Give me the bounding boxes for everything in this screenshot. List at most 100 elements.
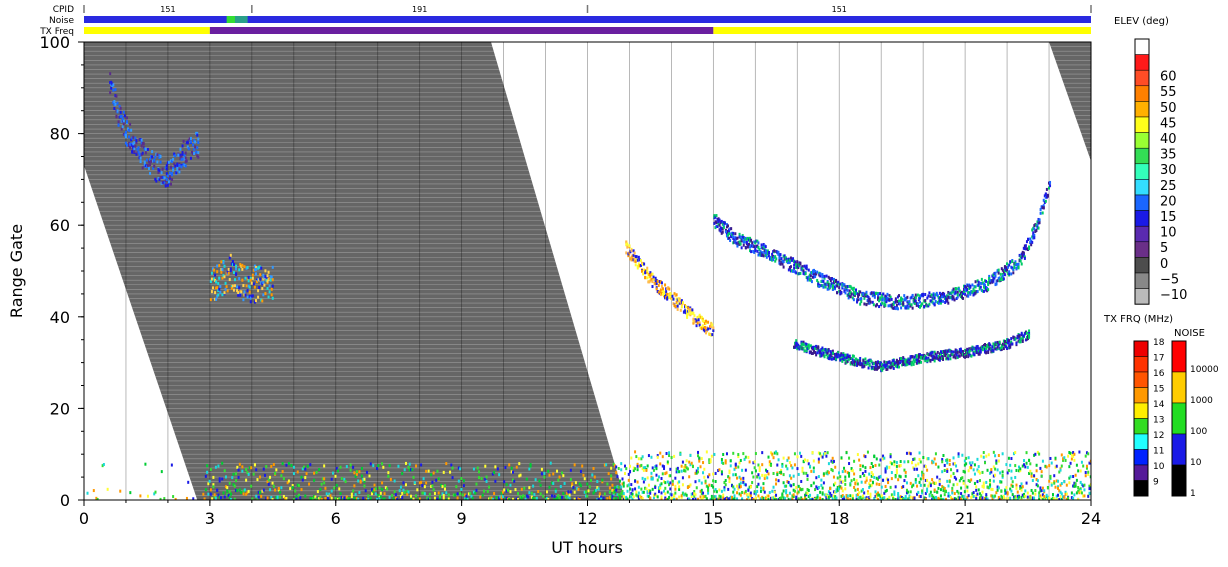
echo-point <box>369 496 372 500</box>
echo-point <box>386 487 389 491</box>
echo-point <box>196 133 199 137</box>
echo-point <box>678 480 681 484</box>
echo-point <box>259 273 262 277</box>
echo-point <box>812 470 815 474</box>
echo-point <box>214 496 217 500</box>
echo-point <box>739 458 742 462</box>
echo-point <box>460 487 463 491</box>
echo-point <box>946 469 949 473</box>
echo-point <box>519 473 522 477</box>
echo-point <box>791 466 794 470</box>
echo-point <box>250 484 253 488</box>
echo-point <box>1046 486 1049 490</box>
echo-point <box>1041 459 1044 463</box>
echo-point <box>431 484 434 488</box>
echo-point <box>718 468 721 472</box>
echo-point <box>928 494 931 498</box>
echo-point <box>863 364 866 368</box>
echo-point <box>975 485 978 489</box>
echo-point <box>1043 489 1046 493</box>
echo-point <box>761 451 764 455</box>
echo-point <box>782 481 785 485</box>
echo-point <box>299 496 302 500</box>
echo-point <box>260 266 263 270</box>
echo-point <box>1006 346 1009 350</box>
echo-point <box>174 497 177 500</box>
echo-point <box>287 479 290 483</box>
txfreq-scale-label: 14 <box>1153 400 1165 410</box>
echo-point <box>852 286 855 290</box>
echo-point <box>853 472 856 476</box>
echo-point <box>1027 237 1030 241</box>
echo-point <box>113 107 116 111</box>
echo-point <box>451 466 454 470</box>
echo-point <box>1043 494 1046 498</box>
echo-point <box>919 483 922 487</box>
echo-point <box>1024 244 1027 248</box>
echo-point <box>225 285 228 289</box>
echo-point <box>997 268 1000 272</box>
echo-point <box>815 476 818 480</box>
echo-point <box>1055 497 1058 500</box>
echo-point <box>1006 262 1009 266</box>
echo-point <box>335 483 338 487</box>
echo-point <box>859 464 862 468</box>
echo-point <box>881 298 884 302</box>
echo-point <box>856 453 859 457</box>
elev-scale-swatch <box>1134 116 1150 133</box>
echo-point <box>987 453 990 457</box>
elev-scale-swatch <box>1134 179 1150 196</box>
echo-point <box>899 361 902 365</box>
echo-point <box>844 478 847 482</box>
echo-point <box>948 480 951 484</box>
echo-point <box>1025 451 1028 455</box>
echo-point <box>916 484 919 488</box>
echo-point <box>690 461 693 465</box>
echo-point <box>899 475 902 479</box>
echo-point <box>879 292 882 296</box>
echo-point <box>835 278 838 282</box>
echo-point <box>247 279 250 283</box>
echo-point <box>617 485 620 489</box>
echo-point <box>379 491 382 495</box>
echo-point <box>323 477 326 481</box>
echo-point <box>822 472 825 476</box>
elev-scale-swatch <box>1134 225 1150 243</box>
noise-label: Noise <box>49 16 74 26</box>
echo-point <box>761 463 764 467</box>
echo-point <box>664 283 667 287</box>
echo-point <box>1010 476 1013 480</box>
echo-point <box>194 145 197 149</box>
txfreq-scale-swatch <box>1133 371 1149 388</box>
echo-point <box>582 473 585 477</box>
echo-point <box>963 459 966 463</box>
echo-point <box>909 490 912 494</box>
echo-point <box>256 478 259 482</box>
echo-point <box>245 467 248 471</box>
echo-point <box>851 494 854 498</box>
echo-point <box>250 281 253 285</box>
echo-point <box>475 488 478 492</box>
echo-point <box>433 491 436 495</box>
echo-point <box>691 465 694 469</box>
echo-point <box>903 460 906 464</box>
echo-point <box>607 472 610 476</box>
echo-point <box>435 478 438 482</box>
echo-point <box>134 144 137 148</box>
echo-point <box>760 243 763 247</box>
echo-point <box>644 477 647 481</box>
echo-point <box>707 488 710 492</box>
echo-point <box>122 110 125 114</box>
echo-point <box>320 482 323 486</box>
echo-point <box>381 481 384 485</box>
echo-point <box>144 151 147 155</box>
echo-point <box>1074 482 1077 486</box>
echo-point <box>685 459 688 463</box>
echo-point <box>154 490 157 494</box>
echo-point <box>961 296 964 300</box>
noise-scale-label: 10000 <box>1190 365 1219 375</box>
echo-point <box>1011 484 1014 488</box>
echo-point <box>401 496 404 500</box>
echo-point <box>643 262 646 266</box>
echo-point <box>987 351 990 355</box>
